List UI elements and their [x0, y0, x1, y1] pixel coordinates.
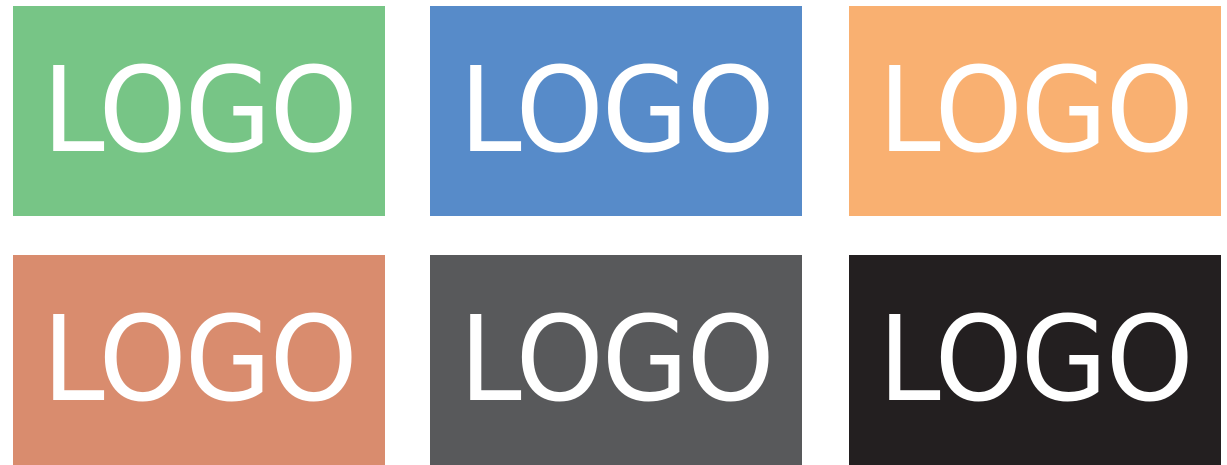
logo-tile-blue: LOGO — [430, 6, 802, 216]
logo-tile-orange: LOGO — [849, 6, 1221, 216]
logo-label: LOGO — [459, 291, 775, 429]
logo-label: LOGO — [459, 42, 775, 180]
logo-label: LOGO — [878, 42, 1194, 180]
logo-tile-black: LOGO — [849, 255, 1221, 465]
logo-tile-terracotta: LOGO — [13, 255, 385, 465]
logo-label: LOGO — [878, 291, 1194, 429]
logo-tile-gray: LOGO — [430, 255, 802, 465]
logo-tile-green: LOGO — [13, 6, 385, 216]
logo-label: LOGO — [42, 42, 358, 180]
logo-swatch-grid: LOGO LOGO LOGO LOGO LOGO LOGO — [0, 0, 1227, 465]
logo-label: LOGO — [42, 291, 358, 429]
